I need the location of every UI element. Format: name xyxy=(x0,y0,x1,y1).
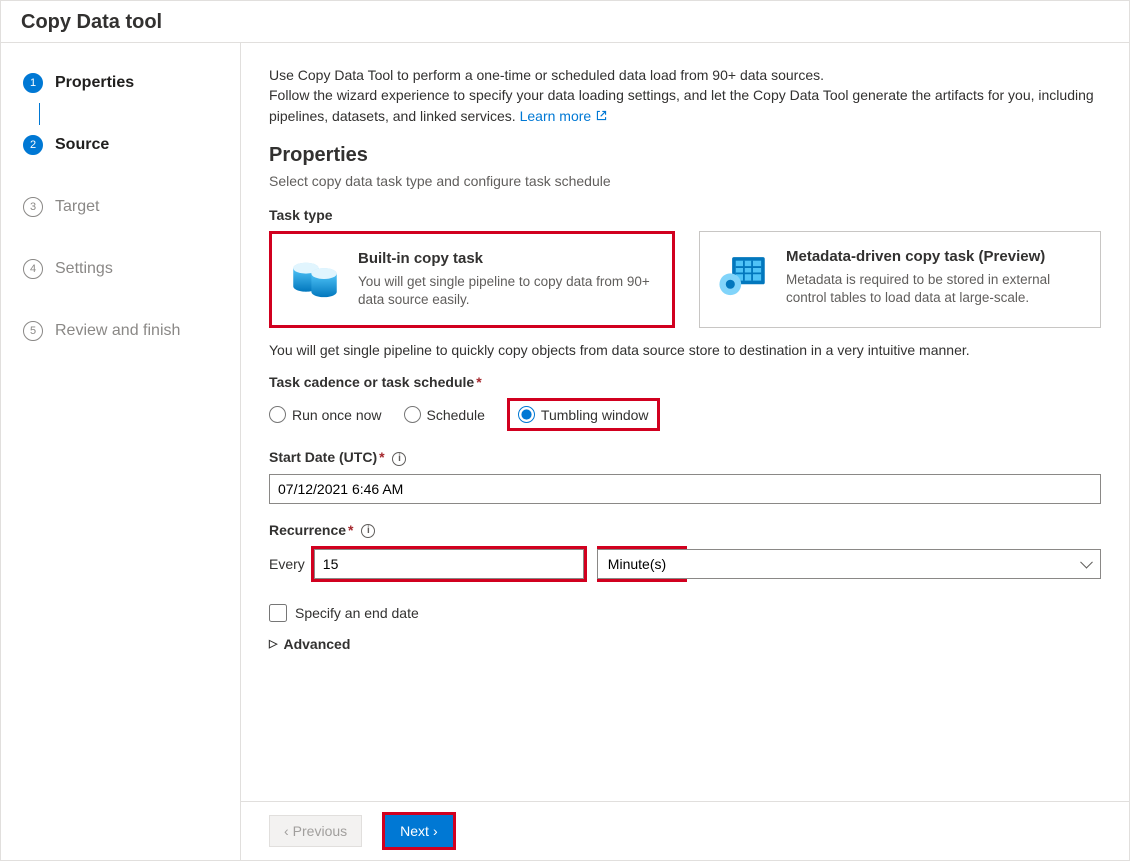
recurrence-label: Recurrence* i xyxy=(269,522,1101,538)
card-metadata-title: Metadata-driven copy task (Preview) xyxy=(786,248,1082,265)
external-link-icon xyxy=(595,109,608,122)
previous-button: ‹ Previous xyxy=(269,815,362,847)
metadata-icon xyxy=(714,248,772,306)
every-label: Every xyxy=(269,556,305,572)
step-source[interactable]: 2 Source xyxy=(15,125,240,165)
learn-more-link[interactable]: Learn more xyxy=(520,108,608,124)
next-button[interactable]: Next › xyxy=(385,815,452,847)
card-builtin-desc: You will get single pipeline to copy dat… xyxy=(358,273,654,309)
advanced-toggle[interactable]: ▷ Advanced xyxy=(269,636,1101,652)
main-content: Use Copy Data Tool to perform a one-time… xyxy=(241,43,1129,801)
chevron-left-icon: ‹ xyxy=(284,823,289,839)
start-date-label: Start Date (UTC)* i xyxy=(269,449,1101,465)
chevron-right-icon: › xyxy=(433,823,438,839)
database-icon xyxy=(286,250,344,308)
cadence-label: Task cadence or task schedule* xyxy=(269,374,1101,390)
step-review: 5 Review and finish xyxy=(15,311,240,351)
recurrence-unit-select[interactable]: Minute(s) xyxy=(597,549,1101,579)
wizard-footer: ‹ Previous Next › xyxy=(241,801,1129,860)
info-icon[interactable]: i xyxy=(361,524,375,538)
app-window: Copy Data tool 1 Properties 2 Source 3 T… xyxy=(0,0,1130,861)
card-metadata-driven[interactable]: Metadata-driven copy task (Preview) Meta… xyxy=(699,231,1101,328)
recurrence-row: Every Minute(s) Minute(s) xyxy=(269,546,1101,582)
step-settings: 4 Settings xyxy=(15,249,240,289)
window-title: Copy Data tool xyxy=(21,11,162,33)
wizard-steps-sidebar: 1 Properties 2 Source 3 Target 4 Setting… xyxy=(1,43,241,860)
recurrence-value-input[interactable] xyxy=(314,549,584,579)
end-date-checkbox-row: Specify an end date xyxy=(269,604,1101,622)
title-bar: Copy Data tool xyxy=(1,1,1129,43)
info-icon[interactable]: i xyxy=(392,452,406,466)
intro-text: Use Copy Data Tool to perform a one-time… xyxy=(269,65,1101,126)
card-metadata-desc: Metadata is required to be stored in ext… xyxy=(786,271,1082,307)
cadence-radio-group: Run once now Schedule Tumbling window xyxy=(269,398,1101,431)
start-date-input[interactable] xyxy=(269,474,1101,504)
radio-schedule[interactable]: Schedule xyxy=(404,406,485,423)
end-date-checkbox[interactable] xyxy=(269,604,287,622)
end-date-label: Specify an end date xyxy=(295,605,419,621)
step-target: 3 Target xyxy=(15,187,240,227)
task-type-cards: Built-in copy task You will get single p… xyxy=(269,231,1101,328)
section-heading: Properties xyxy=(269,144,1101,167)
step-connector xyxy=(39,103,40,125)
step-properties[interactable]: 1 Properties xyxy=(15,63,240,103)
card-builtin-title: Built-in copy task xyxy=(358,250,654,267)
section-subtext: Select copy data task type and configure… xyxy=(269,173,1101,189)
chevron-right-icon: ▷ xyxy=(269,637,277,650)
card-builtin-copy[interactable]: Built-in copy task You will get single p… xyxy=(269,231,675,328)
task-type-label: Task type xyxy=(269,207,1101,223)
radio-run-once[interactable]: Run once now xyxy=(269,406,382,423)
radio-tumbling-window[interactable]: Tumbling window xyxy=(507,398,660,431)
selected-task-desc: You will get single pipeline to quickly … xyxy=(269,342,1101,358)
